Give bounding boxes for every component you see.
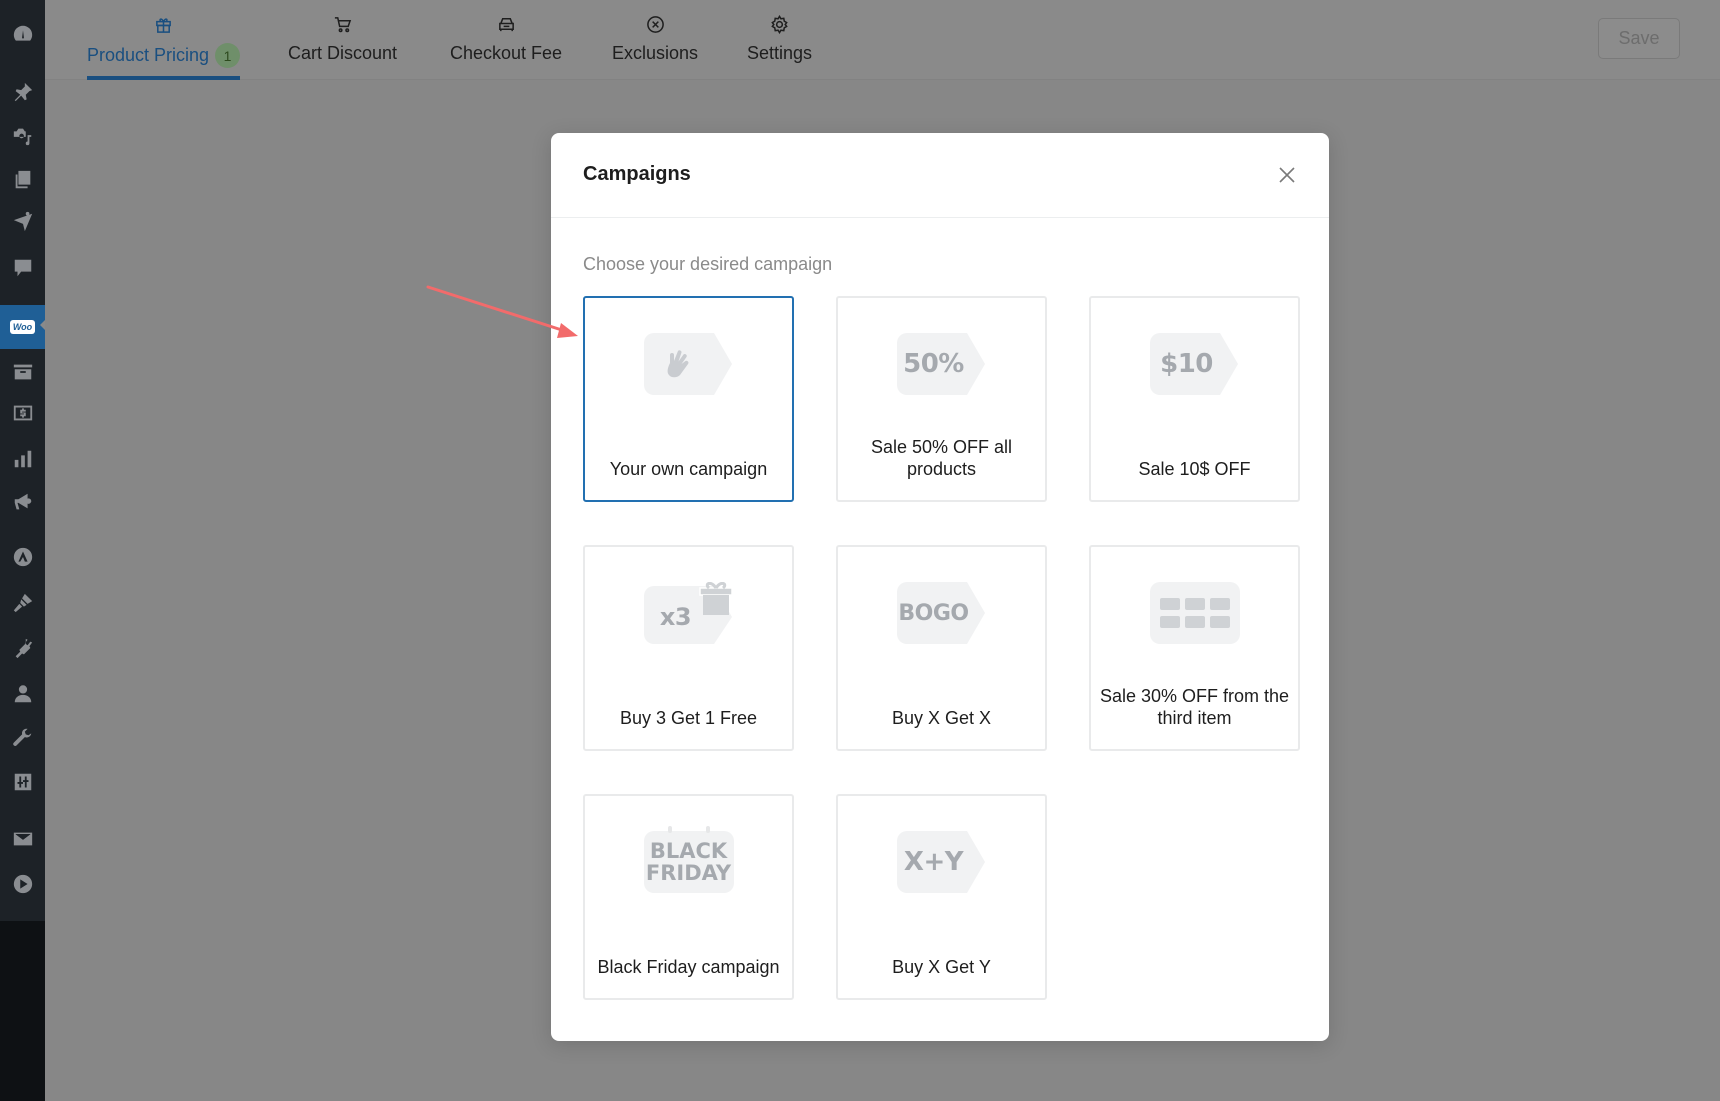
count-badge: 1 xyxy=(215,43,241,68)
campaign-label: Buy 3 Get 1 Free xyxy=(619,708,758,728)
campaign-label: Sale 30% OFF from the third item xyxy=(1099,686,1290,728)
sidebar-item-woocommerce[interactable]: Woo xyxy=(0,305,45,349)
tab-label: Exclusions xyxy=(612,43,699,63)
gear-icon xyxy=(771,14,788,34)
tab-cart-discount[interactable]: Cart Discount xyxy=(288,0,397,80)
campaigns-modal: Campaigns Choose your desired campaign Y… xyxy=(551,133,1329,1041)
wrench-icon xyxy=(12,728,31,746)
sidebar-item-astra[interactable] xyxy=(0,537,45,577)
gift-icon xyxy=(156,17,171,33)
sidebar-item-media[interactable] xyxy=(0,116,45,156)
sidebar-item-plugins[interactable] xyxy=(0,628,45,668)
plugin-icon xyxy=(15,638,32,659)
sidebar-footer xyxy=(0,921,45,1101)
sidebar-item-appearance[interactable] xyxy=(0,583,45,623)
tab-settings[interactable]: Settings xyxy=(747,0,812,80)
percent-tag-icon: 50% xyxy=(896,333,987,395)
close-button[interactable] xyxy=(1271,159,1303,191)
campaign-label: Black Friday campaign xyxy=(597,957,780,977)
campaign-label: Your own campaign xyxy=(609,459,768,479)
xy-tag-icon: X+Y xyxy=(896,831,987,893)
tab-exclusions[interactable]: Exclusions xyxy=(612,0,698,80)
sidebar-item-tools[interactable] xyxy=(0,718,45,758)
grid-icon xyxy=(1149,582,1240,644)
gift-tag-icon: x3 xyxy=(643,582,734,644)
pages-icon xyxy=(15,170,30,189)
campaign-label: Buy X Get X xyxy=(891,708,992,728)
tab-label: Settings xyxy=(747,43,813,63)
mail-icon xyxy=(13,832,32,846)
astra-icon xyxy=(13,547,32,567)
megaphone-icon xyxy=(14,493,31,510)
sidebar-item-media-player[interactable] xyxy=(0,864,45,904)
campaign-label: Buy X Get Y xyxy=(892,957,991,977)
active-tab-indicator xyxy=(87,76,241,80)
sliders-icon xyxy=(14,773,31,791)
bogo-tag-icon: BOGO xyxy=(896,582,987,644)
campaign-grid: Your own campaign 50% Sale 50% OFF all p… xyxy=(583,296,1300,1000)
sidebar-item-comments[interactable] xyxy=(0,248,45,288)
modal-subtitle: Choose your desired campaign xyxy=(583,254,833,274)
calendar-icon: BLACK FRIDAY xyxy=(643,826,734,893)
send-icon xyxy=(13,211,32,232)
sidebar-item-send[interactable] xyxy=(0,202,45,242)
modal-title: Campaigns xyxy=(583,163,691,185)
brush-icon xyxy=(13,593,32,613)
close-icon xyxy=(1279,167,1295,183)
circle-x-icon xyxy=(646,15,664,33)
archive-icon xyxy=(13,364,32,380)
hand-icon xyxy=(643,333,734,395)
comments-icon xyxy=(14,259,31,277)
media-icon xyxy=(13,128,31,146)
tab-checkout-fee[interactable]: Checkout Fee xyxy=(450,0,562,80)
tab-bar: Product Pricing 1 Cart Discount Checkout … xyxy=(45,0,1720,80)
woocommerce-icon: Woo xyxy=(9,320,36,334)
cart-icon xyxy=(334,16,352,32)
campaign-card-sale-50[interactable]: 50% Sale 50% OFF all products xyxy=(836,296,1047,502)
sidebar-item-products[interactable] xyxy=(0,352,45,392)
analytics-icon xyxy=(14,450,31,468)
sidebar-item-analytics[interactable] xyxy=(0,439,45,479)
campaign-label: Sale 50% OFF all products xyxy=(870,437,1013,479)
tab-product-pricing[interactable]: Product Pricing 1 xyxy=(87,0,241,80)
campaign-label: Sale 10$ OFF xyxy=(1138,459,1251,479)
tab-label: Cart Discount xyxy=(288,43,398,63)
dollar-tag-icon: $10 xyxy=(1149,333,1240,395)
modal-header: Campaigns xyxy=(551,133,1329,218)
campaign-card-black-friday[interactable]: BLACK FRIDAY Black Friday campaign xyxy=(583,794,794,1000)
sidebar-item-users[interactable] xyxy=(0,674,45,714)
campaign-card-your-own[interactable]: Your own campaign xyxy=(583,296,794,502)
sidebar-item-pages[interactable] xyxy=(0,160,45,200)
sidebar-item-mail[interactable] xyxy=(0,819,45,859)
user-icon xyxy=(14,685,31,703)
campaign-card-buy3-get1[interactable]: x3 Buy 3 Get 1 Free xyxy=(583,545,794,751)
sidebar-item-payments[interactable] xyxy=(0,393,45,433)
play-icon xyxy=(13,874,32,894)
sidebar-item-marketing[interactable] xyxy=(0,482,45,522)
dollar-icon xyxy=(13,405,32,421)
save-button[interactable]: Save xyxy=(1598,18,1680,59)
sidebar-item-posts[interactable] xyxy=(0,72,45,112)
campaign-card-buy-x-get-x[interactable]: BOGO Buy X Get X xyxy=(836,545,1047,751)
car-icon xyxy=(498,17,514,31)
tab-label: Product Pricing xyxy=(87,45,210,65)
sidebar-item-dashboard[interactable] xyxy=(0,14,45,54)
campaign-card-sale-10[interactable]: $10 Sale 10$ OFF xyxy=(1089,296,1300,502)
sidebar-item-settings[interactable] xyxy=(0,762,45,802)
campaign-card-sale-30-third-item[interactable]: Sale 30% OFF from the third item xyxy=(1089,545,1300,751)
campaign-card-buy-x-get-y[interactable]: X+Y Buy X Get Y xyxy=(836,794,1047,1000)
dashboard-icon xyxy=(13,25,32,41)
admin-sidebar: Woo xyxy=(0,0,45,1101)
tab-label: Checkout Fee xyxy=(450,43,563,63)
pin-icon xyxy=(14,82,32,102)
